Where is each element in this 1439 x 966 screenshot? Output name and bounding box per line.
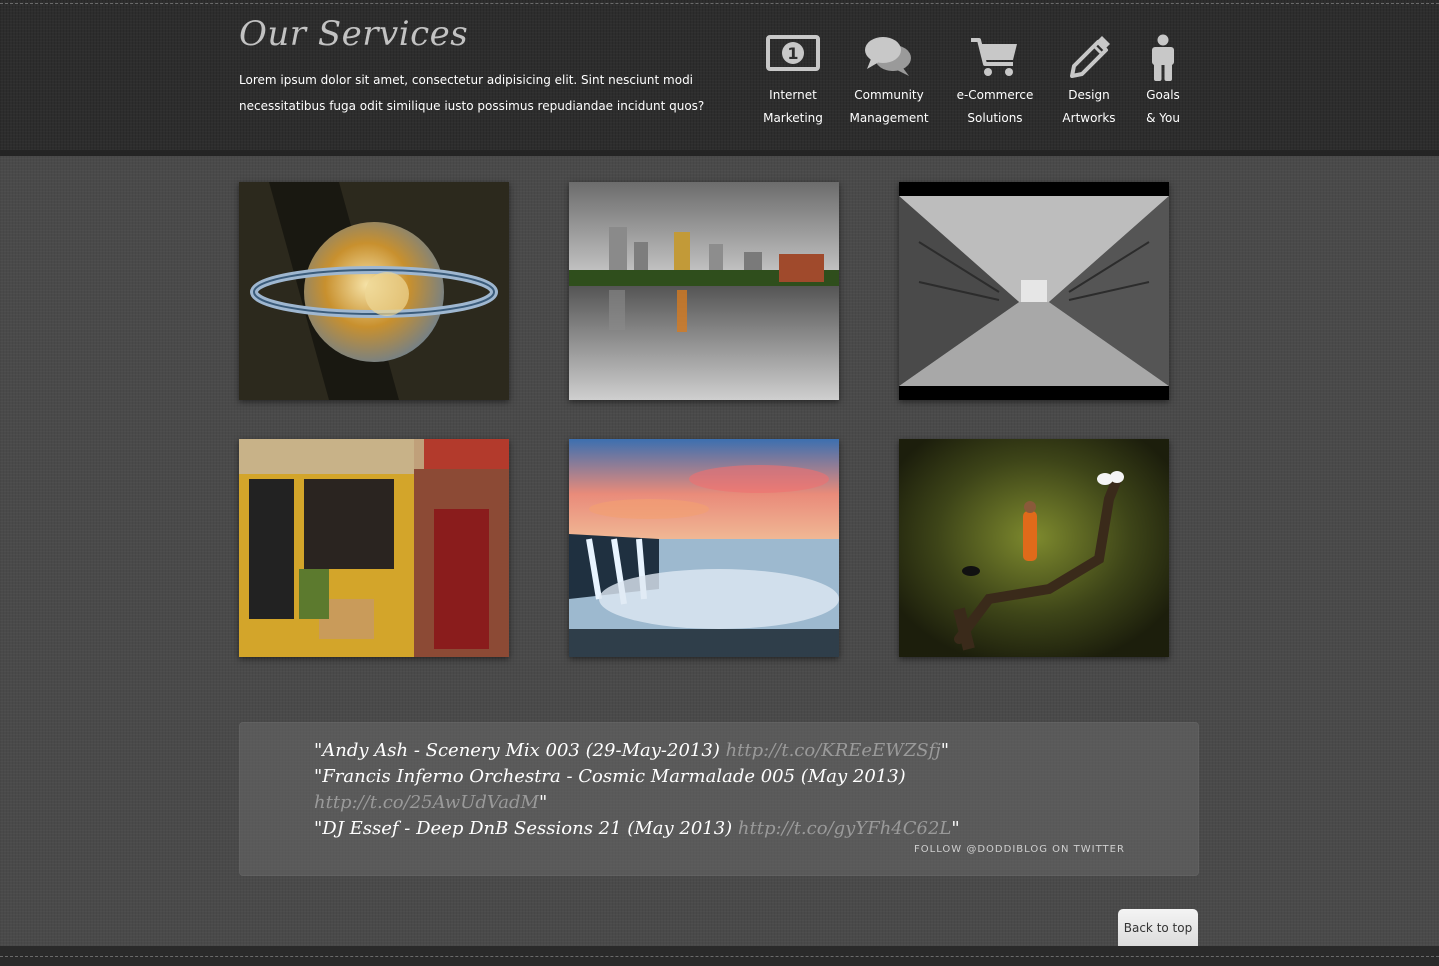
service-internet-marketing[interactable]: 1 Internet Marketing <box>757 34 829 130</box>
tweet-quote-end: " <box>951 818 960 839</box>
back-to-top-button[interactable]: Back to top <box>1118 909 1198 946</box>
intro-line-2: necessitatibus fuga odit similique iusto… <box>239 99 705 113</box>
service-goals-and-you[interactable]: Goals & You <box>1138 34 1188 130</box>
service-label-line2: Solutions <box>967 111 1023 125</box>
money-icon: 1 <box>757 34 829 84</box>
tweet-text: "DJ Essef - Deep DnB Sessions 21 (May 20… <box>314 818 738 839</box>
service-community-management[interactable]: Community Management <box>849 34 929 130</box>
tweet-item: "Francis Inferno Orchestra - Cosmic Marm… <box>314 764 1014 816</box>
gallery-image-city-lake[interactable] <box>569 182 839 400</box>
tweet-item: "DJ Essef - Deep DnB Sessions 21 (May 20… <box>314 816 1014 842</box>
tweet-quote-end: " <box>538 792 548 813</box>
gallery-image-glass-planet[interactable] <box>239 182 509 400</box>
chat-bubbles-icon <box>849 34 929 84</box>
service-ecommerce-solutions[interactable]: e-Commerce Solutions <box>952 34 1038 130</box>
gallery-image-arcade[interactable] <box>899 182 1169 400</box>
shopping-cart-icon <box>952 34 1038 84</box>
service-label-line2: & You <box>1146 111 1180 125</box>
service-design-artworks[interactable]: Design Artworks <box>1059 34 1119 130</box>
twitter-feed: "Andy Ash - Scenery Mix 003 (29-May-2013… <box>239 722 1199 876</box>
header-stitch-line <box>0 3 1439 4</box>
service-label-line1: Goals <box>1146 88 1180 102</box>
tweet-link[interactable]: http://t.co/25AwUdVadM <box>314 792 539 813</box>
intro-text: Lorem ipsum dolor sit amet, consectetur … <box>239 67 709 119</box>
svg-text:1: 1 <box>787 44 798 63</box>
tweet-link[interactable]: http://t.co/gyYFh4C62L <box>738 818 951 839</box>
follow-twitter-link[interactable]: FOLLOW @DODDIBLOG ON TWITTER <box>914 844 1125 855</box>
service-label-line1: e-Commerce <box>956 88 1034 102</box>
service-label-line1: Design <box>1068 88 1110 102</box>
footer-stitch-line <box>0 956 1439 957</box>
pencil-icon <box>1059 34 1119 84</box>
tweet-link[interactable]: http://t.co/KREeEWZSfj <box>726 740 941 761</box>
tweet-text: "Andy Ash - Scenery Mix 003 (29-May-2013… <box>314 740 726 761</box>
service-label-line2: Management <box>849 111 929 125</box>
gallery-image-monk-birds[interactable] <box>899 439 1169 657</box>
service-label-line1: Community <box>854 88 924 102</box>
person-icon <box>1138 34 1188 84</box>
intro-line-1: Lorem ipsum dolor sit amet, consectetur … <box>239 73 694 87</box>
header: Our Services Lorem ipsum dolor sit amet,… <box>0 0 1439 156</box>
service-label-line2: Artworks <box>1062 111 1116 125</box>
tweet-text: "Francis Inferno Orchestra - Cosmic Marm… <box>314 766 906 787</box>
service-label-line1: Internet <box>769 88 817 102</box>
tweet-list: "Andy Ash - Scenery Mix 003 (29-May-2013… <box>314 738 1014 842</box>
tweet-item: "Andy Ash - Scenery Mix 003 (29-May-2013… <box>314 738 1014 764</box>
service-label-line2: Marketing <box>763 111 823 125</box>
gallery-image-restaurant[interactable] <box>239 439 509 657</box>
gallery-image-waterfall[interactable] <box>569 439 839 657</box>
page-title: Our Services <box>239 14 469 54</box>
tweet-quote-end: " <box>940 740 950 761</box>
